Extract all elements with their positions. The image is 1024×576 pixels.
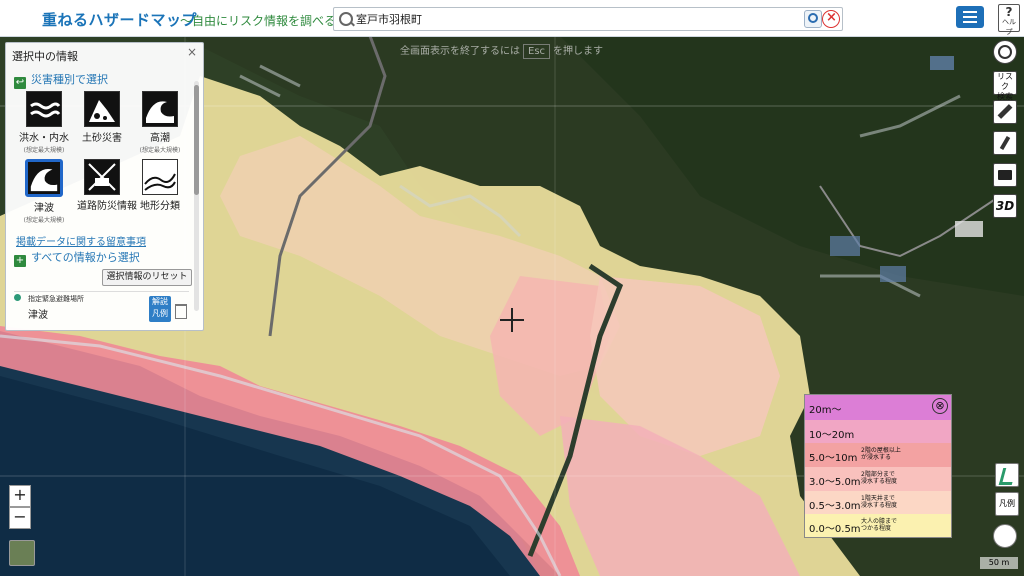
draw-tool[interactable] [993,131,1017,155]
app-tagline: 〜自由にリスク情報を調べる〜 [180,14,349,28]
hint-prefix: 全画面表示を終了するには [400,46,520,57]
select-from-all-info[interactable]: + すべての情報から選択 [14,249,140,267]
center-crosshair-icon [500,308,524,332]
ruler-icon [997,104,1013,119]
risk-search-label-1: リスク [997,72,1013,91]
layer-name: 津波 [28,310,48,321]
hazard-type-label: 災害種別で選択 [31,73,108,86]
legend-description: 2階の屋根以上 が浸水する [861,447,901,461]
three-d-label: 3D [995,199,1015,213]
panel-title: 選択中の情報 [12,50,78,63]
legend-button[interactable]: 凡例 [995,492,1019,516]
legend-range: 3.0〜5.0m [809,477,861,488]
tsunami-icon [25,159,63,197]
legend-description: 1階天井まで 浸水する程度 [861,495,898,509]
magnifier-icon [998,45,1012,59]
zoom-in-button[interactable]: + [9,485,31,507]
pencil-icon [999,135,1011,151]
measure-tool[interactable] [993,100,1017,124]
running-person-icon [998,468,1016,485]
hazard-type-icon: ↩ [14,77,26,89]
app-title[interactable]: 重ねるハザードマップ [42,9,197,30]
panel-scrollbar[interactable] [194,81,199,311]
hazard-road[interactable]: 道路防災情報 [77,159,137,212]
hazard-storm-surge-label: 高潮 [150,133,170,144]
legend-range: 5.0〜10m [809,453,858,464]
help-label: ヘルプ [1002,18,1016,36]
map-search-tool[interactable] [993,40,1017,64]
landslide-icon [84,91,120,127]
selected-info-panel: 選択中の情報 × ↩ 災害種別で選択 洪水・内水 (想定最大規模) 土砂災害 高潮… [5,42,204,331]
hazard-terrain-label: 地形分類 [140,201,180,212]
legend-btn-line1: 解説 [152,297,168,306]
top-bar: 重ねるハザードマップ 〜自由にリスク情報を調べる〜 ? ヘルプ [0,0,1024,37]
legend-close-button[interactable]: ⊗ [932,398,948,414]
help-button[interactable]: ? ヘルプ [998,4,1020,36]
compass-icon[interactable] [993,524,1017,548]
select-by-hazard-type[interactable]: ↩ 災害種別で選択 [14,71,108,89]
layer-caption: 指定緊急避難場所 [28,295,84,303]
risk-search-tool[interactable]: リスク 検索 [993,71,1017,101]
legend-description: 2階部分まで 浸水する程度 [861,471,898,485]
tsunami-depth-legend: 20m〜 10〜20m 5.0〜10m 2階の屋根以上 が浸水する 3.0〜5.0m 2階… [804,394,952,538]
toolbox-icon [998,170,1012,180]
menu-icon [963,11,977,13]
storm-surge-icon [142,91,178,127]
clear-search-button[interactable] [822,10,840,28]
scale-bar: 50 m [980,557,1018,569]
explanation-legend-button[interactable]: 解説 凡例 [149,296,171,322]
legend-range: 20m〜 [809,405,842,416]
legend-btn-line2: 凡例 [152,309,168,318]
legend-range: 0.5〜3.0m [809,501,861,512]
legend-row: 5.0〜10m 2階の屋根以上 が浸水する [805,443,951,467]
menu-button[interactable] [956,6,984,28]
fullscreen-hint: 全画面表示を終了するには Esc を押します [400,42,603,59]
hint-suffix: を押します [553,46,604,57]
panel-close-button[interactable]: × [187,45,197,59]
reset-selection-button[interactable]: 選択情報のリセット [102,269,192,286]
search-button[interactable] [804,10,822,28]
evacuation-site-icon [14,294,21,301]
notes-link[interactable]: 掲載データに関する留意事項 [16,233,146,248]
hazard-flood[interactable]: 洪水・内水 (想定最大規模) [19,91,69,154]
search-box [333,7,843,31]
hazard-flood-sub: (想定最大規模) [23,147,65,154]
panel-scroll-thumb[interactable] [194,85,199,195]
selected-layer-item: 指定緊急避難場所 津波 解説凡例 [14,291,189,327]
terrain-icon [142,159,178,195]
hazard-landslide[interactable]: 土砂災害 [77,91,127,144]
search-icon [339,12,353,26]
trash-icon[interactable] [175,304,187,319]
hazard-landslide-label: 土砂災害 [82,133,122,144]
legend-row: 0.5〜3.0m 1階天井まで 浸水する程度 [805,491,951,514]
legend-row: 10〜20m [805,420,951,443]
legend-range: 10〜20m [809,430,855,441]
hazard-storm-surge-sub: (想定最大規模) [139,147,181,154]
road-icon [84,159,120,195]
esc-key: Esc [523,44,551,59]
plus-icon: + [14,255,26,267]
base-map-switch[interactable] [9,540,35,566]
hazard-terrain[interactable]: 地形分類 [135,159,185,212]
hazard-tsunami-label: 津波 [34,203,54,214]
hazard-road-label: 道路防災情報 [77,201,137,212]
flood-icon [26,91,62,127]
legend-row: 3.0〜5.0m 2階部分まで 浸水する程度 [805,467,951,491]
legend-row: 20m〜 [805,395,951,420]
zoom-out-button[interactable]: − [9,507,31,529]
toolbox-tool[interactable] [993,163,1017,187]
search-input[interactable] [354,10,808,28]
legend-description: 大人の膝まで つかる程度 [861,518,898,532]
hazard-tsunami[interactable]: 津波 (想定最大規模) [19,159,69,224]
hazard-tsunami-sub: (想定最大規模) [23,217,65,224]
legend-range: 0.0〜0.5m [809,524,861,535]
all-info-label: すべての情報から選択 [31,251,140,264]
three-d-tool[interactable]: 3D [993,194,1017,218]
evacuation-site-toggle[interactable] [995,463,1019,487]
hazard-storm-surge[interactable]: 高潮 (想定最大規模) [135,91,185,154]
hazard-flood-label: 洪水・内水 [19,133,69,144]
legend-row: 0.0〜0.5m 大人の膝まで つかる程度 [805,514,951,537]
